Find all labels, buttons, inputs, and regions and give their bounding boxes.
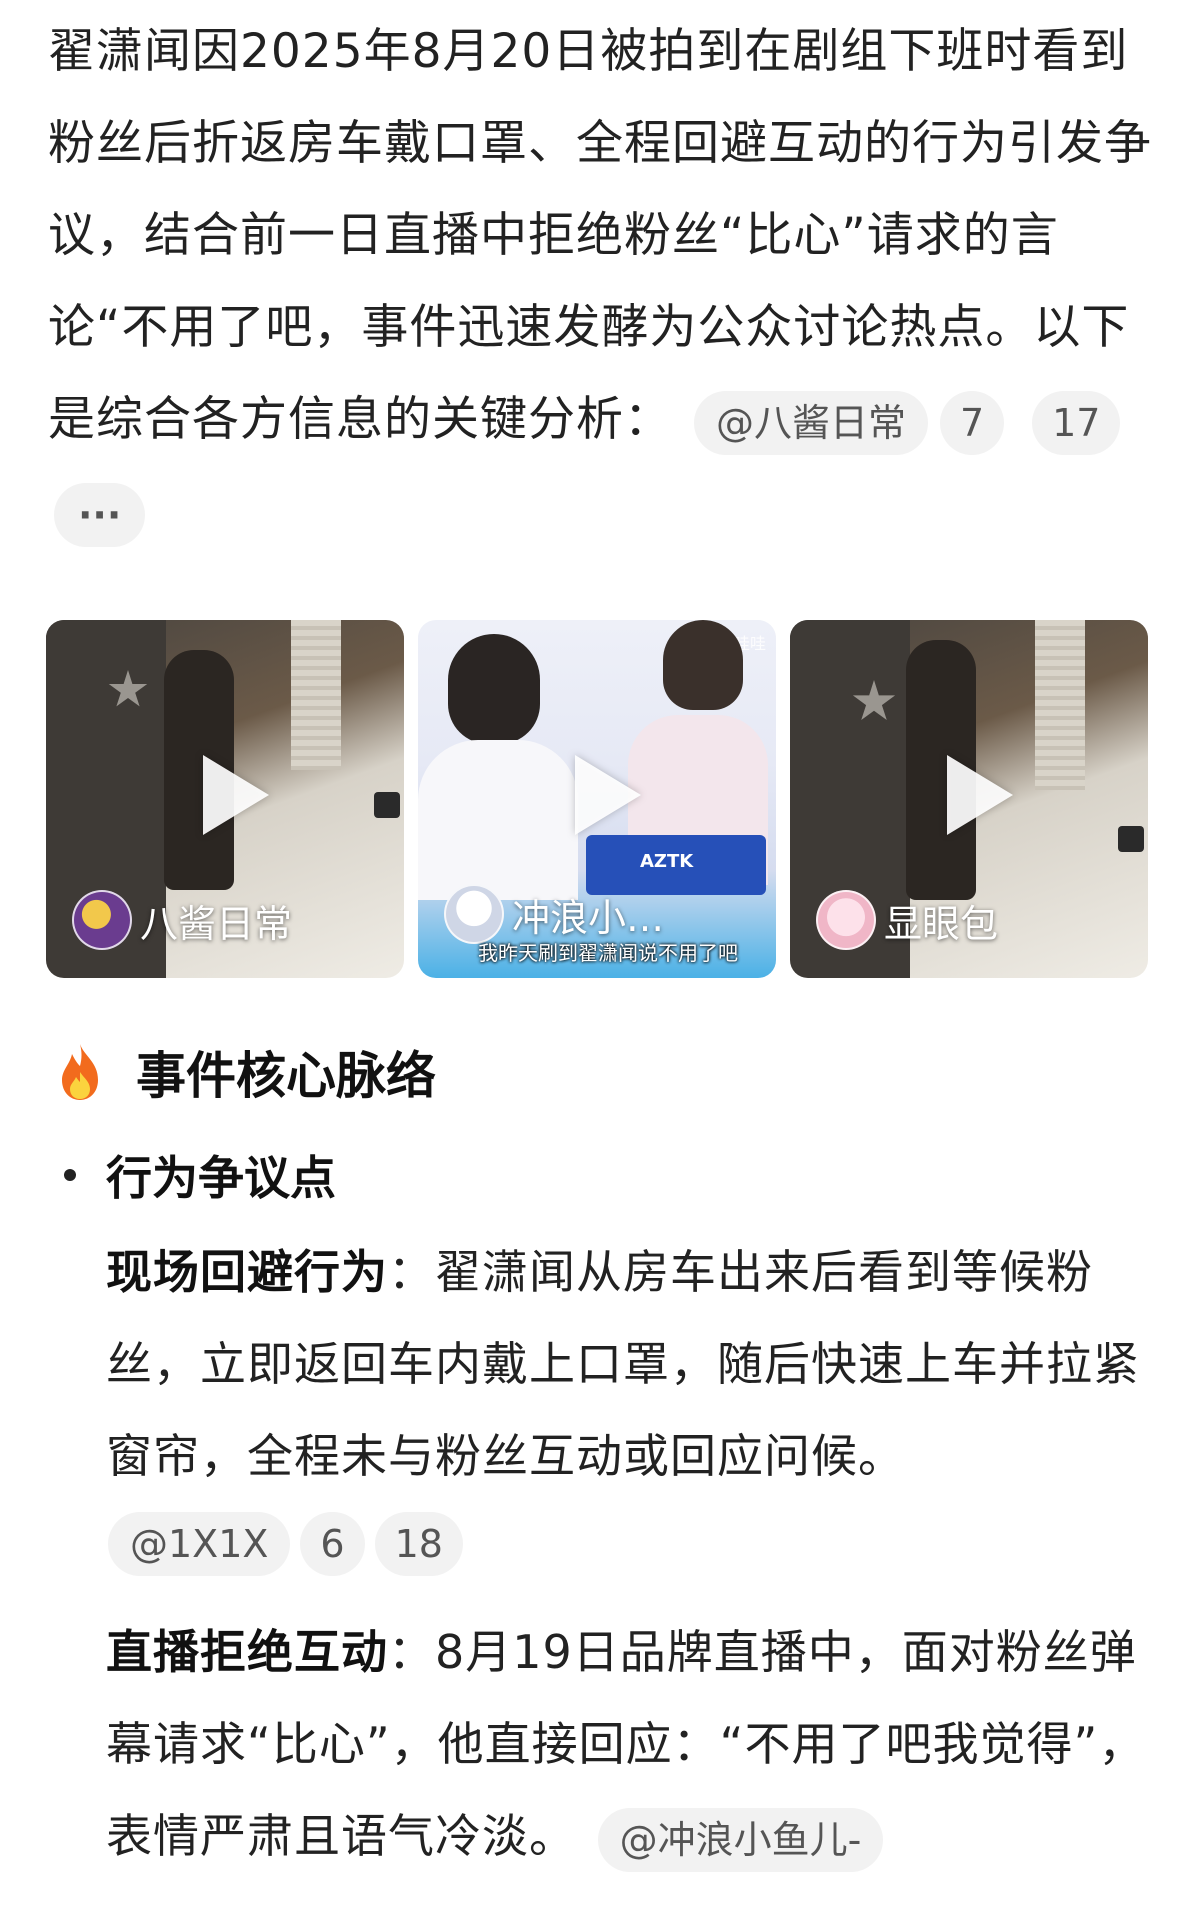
citation-chip[interactable]: 7: [939, 390, 1005, 455]
source-chip[interactable]: @冲浪小鱼儿-: [597, 1807, 884, 1872]
intro-paragraph: 翟潇闻因2025年8月20日被拍到在剧组下班时看到粉丝后折返房车戴口罩、全程回避…: [48, 6, 1158, 558]
author-name: 八酱日常: [140, 901, 293, 946]
section-heading: 事件核心脉络: [54, 1036, 436, 1108]
source-chip[interactable]: @八酱日常: [693, 390, 928, 455]
citation-chip[interactable]: 18: [374, 1512, 463, 1576]
point-paragraph: 现场回避行为：翟潇闻从房车出来后看到等候粉丝，立即返回车内戴上口罩，随后快速上车…: [106, 1226, 1156, 1502]
bullet-title: 行为争议点: [106, 1151, 336, 1205]
section-title: 事件核心脉络: [136, 1047, 436, 1105]
avatar: [444, 884, 504, 944]
window-blind: [291, 620, 341, 770]
avatar: [816, 890, 876, 950]
avatar: [72, 890, 132, 950]
citation-chip[interactable]: 17: [1032, 390, 1121, 455]
box-label: AZTK: [640, 851, 694, 872]
answer-page: 翟潇闻因2025年8月20日被拍到在剧组下班时看到粉丝后折返房车戴口罩、全程回避…: [0, 0, 1200, 1912]
person-right-head: [663, 620, 743, 710]
author-name: 显眼包: [884, 901, 999, 946]
play-icon[interactable]: [575, 755, 641, 835]
citation-row: @1X1X 6 18: [108, 1512, 473, 1576]
bullet-item: 行为争议点: [64, 1142, 336, 1208]
point-label: 直播拒绝互动: [106, 1625, 388, 1679]
source-chip[interactable]: @1X1X: [108, 1512, 291, 1576]
window-blind: [1035, 620, 1085, 790]
video-card[interactable]: 八酱日常: [46, 620, 404, 978]
video-card[interactable]: 显眼包: [790, 620, 1148, 978]
author-name: 冲浪小…: [512, 895, 665, 940]
bullet-dot: [64, 1169, 76, 1181]
point-paragraph: 直播拒绝互动：8月19日品牌直播中，面对粉丝弹幕请求“比心”，他直接回应：“不用…: [106, 1606, 1156, 1882]
citation-chip[interactable]: 6: [300, 1512, 365, 1576]
person-left-body: [418, 740, 578, 900]
intro-text: 翟潇闻因2025年8月20日被拍到在剧组下班时看到粉丝后折返房车戴口罩、全程回避…: [48, 24, 1152, 447]
fire-icon: [54, 1042, 106, 1102]
video-author: 八酱日常: [72, 890, 292, 950]
play-icon[interactable]: [203, 755, 269, 835]
video-card[interactable]: 哇哇 AZTK 冲浪小… 我昨天刷到翟潇闻说不用了吧: [418, 620, 776, 978]
latch: [374, 792, 400, 818]
point-label: 现场回避行为: [106, 1245, 388, 1299]
person-left-head: [448, 634, 540, 744]
latch: [1118, 826, 1144, 852]
video-carousel: 八酱日常 哇哇 AZTK 冲浪小… 我昨天刷到翟潇闻说不用了吧 显眼包: [46, 620, 1154, 978]
video-author: 冲浪小…: [444, 884, 664, 944]
video-subtitle: 我昨天刷到翟潇闻说不用了吧: [478, 941, 738, 965]
video-author: 显眼包: [816, 890, 998, 950]
more-citations-chip[interactable]: ···: [54, 482, 146, 547]
play-icon[interactable]: [947, 755, 1013, 835]
